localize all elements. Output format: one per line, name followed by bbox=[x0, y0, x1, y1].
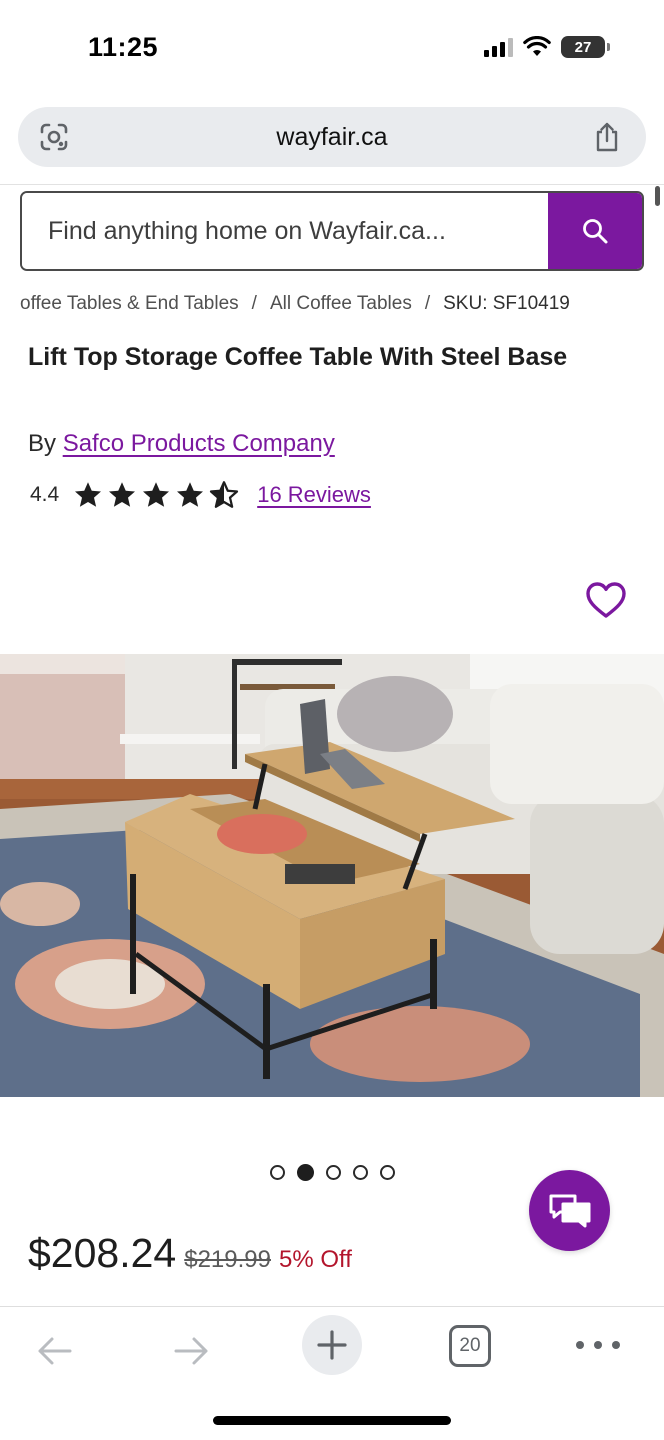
search-icon bbox=[583, 219, 608, 244]
brand-link[interactable]: Safco Products Company bbox=[63, 430, 335, 457]
status-time: 11:25 bbox=[88, 32, 159, 62]
search-button[interactable] bbox=[548, 193, 642, 269]
home-indicator bbox=[213, 1416, 451, 1425]
new-tab-button[interactable] bbox=[302, 1315, 362, 1375]
tabs-icon[interactable]: 20 bbox=[449, 1325, 491, 1367]
breadcrumb: offee Tables & End Tables / All Coffee T… bbox=[20, 293, 570, 315]
breadcrumb-separator: / bbox=[251, 293, 257, 314]
price-row: $208.24 $219.99 5% Off bbox=[28, 1230, 352, 1277]
carousel-dot[interactable] bbox=[380, 1165, 395, 1180]
status-bar: 11:25 27 bbox=[0, 0, 664, 100]
star-full-icon bbox=[143, 482, 170, 507]
tab-count: 20 bbox=[459, 1335, 481, 1356]
reviews-link[interactable]: 16 Reviews bbox=[257, 482, 371, 508]
price-discount: 5% Off bbox=[278, 1246, 352, 1273]
site-search bbox=[20, 191, 644, 271]
star-full-icon bbox=[177, 482, 204, 507]
breadcrumb-link-all-coffee-tables[interactable]: All Coffee Tables bbox=[270, 293, 412, 315]
chat-button[interactable] bbox=[529, 1170, 610, 1251]
url-text: wayfair.ca bbox=[276, 122, 388, 151]
status-icons: 27 bbox=[484, 36, 610, 58]
price-original: $219.99 bbox=[184, 1246, 271, 1273]
heart-outline-icon[interactable] bbox=[584, 580, 628, 620]
carousel-dots bbox=[270, 1164, 395, 1181]
product-title: Lift Top Storage Coffee Table With Steel… bbox=[28, 343, 568, 371]
battery-icon: 27 bbox=[561, 36, 605, 58]
battery-level: 27 bbox=[574, 38, 592, 56]
lens-icon[interactable] bbox=[38, 122, 70, 152]
breadcrumb-link-category[interactable]: offee Tables & End Tables bbox=[20, 293, 239, 315]
plus-icon bbox=[317, 1330, 347, 1360]
carousel-dot[interactable] bbox=[270, 1165, 285, 1180]
search-input[interactable] bbox=[22, 193, 548, 269]
carousel-dot[interactable] bbox=[353, 1165, 368, 1180]
scrollbar[interactable] bbox=[655, 186, 660, 206]
breadcrumb-separator: / bbox=[424, 293, 431, 314]
back-arrow-icon[interactable] bbox=[32, 1329, 76, 1373]
browser-divider bbox=[0, 184, 664, 185]
product-photo-illustration bbox=[0, 654, 664, 1097]
forward-arrow-icon[interactable] bbox=[170, 1329, 214, 1373]
address-bar[interactable]: wayfair.ca bbox=[18, 107, 646, 167]
signal-icon bbox=[484, 37, 513, 57]
star-half-icon bbox=[210, 481, 239, 508]
brand-prefix: By bbox=[28, 430, 63, 457]
price-current: $208.24 bbox=[28, 1230, 177, 1276]
brand-line: By Safco Products Company bbox=[28, 430, 335, 458]
more-icon[interactable] bbox=[576, 1327, 620, 1363]
star-full-icon bbox=[75, 482, 102, 507]
carousel-dot-active[interactable] bbox=[297, 1164, 314, 1181]
chat-bubbles-icon bbox=[549, 1194, 590, 1227]
rating-row: 4.4 16 Reviews bbox=[30, 478, 371, 512]
share-icon[interactable] bbox=[592, 121, 622, 153]
star-rating bbox=[73, 480, 239, 510]
product-image[interactable] bbox=[0, 654, 664, 1097]
wifi-icon bbox=[523, 36, 551, 56]
battery-nub bbox=[607, 43, 610, 51]
breadcrumb-sku: SKU: SF10419 bbox=[443, 293, 570, 314]
carousel-dot[interactable] bbox=[326, 1165, 341, 1180]
star-full-icon bbox=[109, 482, 136, 507]
rating-value: 4.4 bbox=[30, 483, 60, 506]
